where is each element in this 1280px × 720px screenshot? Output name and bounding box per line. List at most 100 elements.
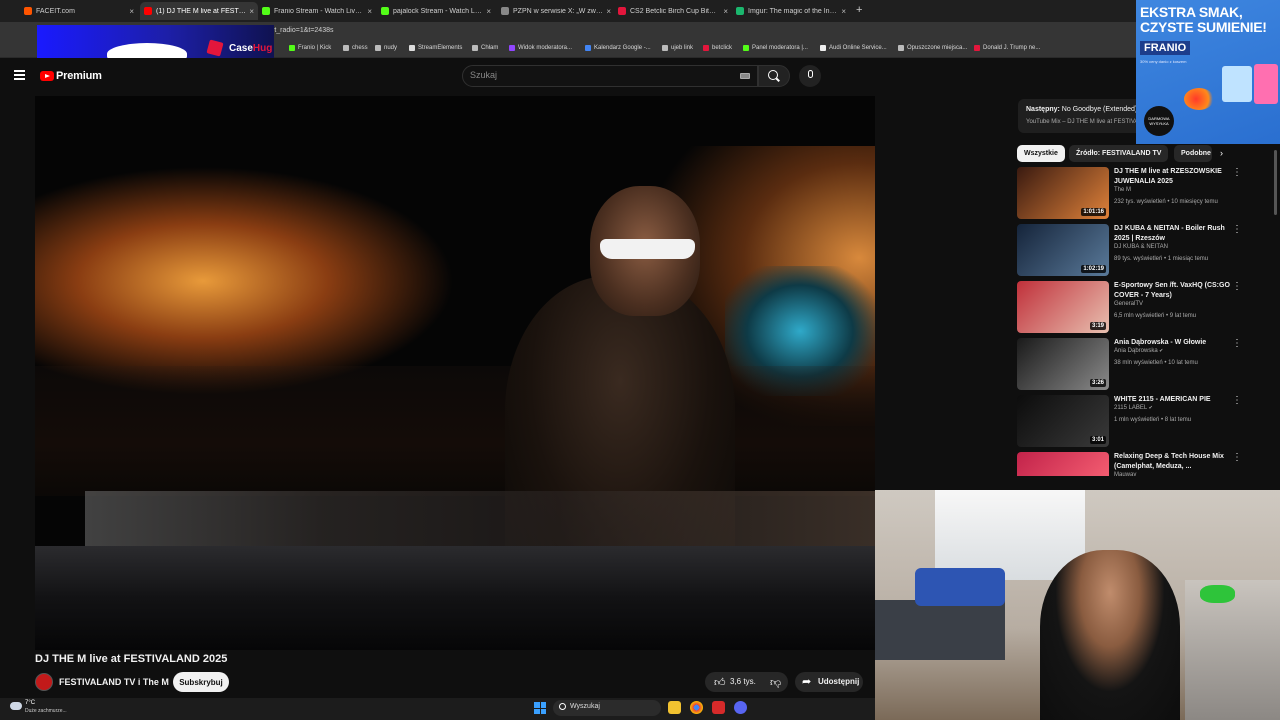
video-title[interactable]: Relaxing Deep & Tech House Mix (Camelpha… bbox=[1114, 452, 1236, 472]
search-icon[interactable] bbox=[768, 70, 778, 80]
video-thumbnail[interactable] bbox=[1017, 452, 1109, 476]
filter-chip[interactable]: Wszystkie bbox=[1017, 145, 1065, 162]
video-meta: 232 tys. wyświetleń • 10 miesięcy temu bbox=[1114, 199, 1218, 205]
discord-icon[interactable] bbox=[734, 701, 747, 714]
bookmark-item[interactable]: chess bbox=[343, 45, 368, 51]
next-up-label[interactable]: Następny: No Goodbye (Extended) bbox=[1026, 106, 1137, 113]
video-thumbnail[interactable]: 3:01 bbox=[1017, 395, 1109, 447]
tab-close-icon[interactable]: × bbox=[367, 7, 372, 16]
share-label[interactable]: Udostępnij bbox=[818, 677, 859, 686]
video-thumbnail[interactable]: 3:26 bbox=[1017, 338, 1109, 390]
bookmark-item[interactable]: nudy bbox=[375, 45, 397, 51]
recommended-video[interactable]: Relaxing Deep & Tech House Mix (Camelpha… bbox=[1017, 452, 1257, 476]
bookmark-item[interactable]: Audi Online Service... bbox=[820, 45, 887, 51]
bookmark-item[interactable]: StreamElements bbox=[409, 45, 462, 51]
chevron-right-icon[interactable]: › bbox=[1220, 148, 1223, 158]
recommended-video[interactable]: 3:26 Ania Dąbrowska - W Głowie Ania Dąbrow… bbox=[1017, 338, 1257, 390]
youtube-logo-icon[interactable] bbox=[40, 71, 54, 81]
bookmark-label: nudy bbox=[384, 45, 398, 51]
thumbs-down-icon[interactable]: 👎︎ bbox=[770, 676, 781, 689]
browser-tab[interactable]: PZPN w serwisie X: „W związku × bbox=[497, 2, 615, 20]
subscribe-button[interactable]: Subskrybuj bbox=[173, 672, 229, 692]
browser-tab[interactable]: Franio Stream - Watch Live on Kick× bbox=[258, 2, 376, 20]
bookmark-item[interactable]: Opuszczone miejsca... bbox=[898, 45, 967, 51]
tab-close-icon[interactable]: × bbox=[249, 7, 254, 16]
more-options-icon[interactable]: ⋮ bbox=[1232, 167, 1242, 178]
browser-tab[interactable]: CS2 Betclic Birch Cup Bitwa Stream× bbox=[614, 2, 732, 20]
new-tab-button[interactable]: + bbox=[856, 4, 862, 16]
tab-close-icon[interactable]: × bbox=[723, 7, 728, 16]
bookmark-item[interactable]: Franio | Kick bbox=[289, 45, 331, 51]
like-count[interactable]: 3,6 tys. bbox=[730, 677, 756, 686]
tab-close-icon[interactable]: × bbox=[129, 7, 134, 16]
tab-close-icon[interactable]: × bbox=[486, 7, 491, 16]
bookmark-label: betclick bbox=[712, 45, 733, 51]
video-channel[interactable]: 2115 LABEL ✔ bbox=[1114, 405, 1153, 411]
keyboard-icon[interactable] bbox=[740, 73, 750, 79]
video-player[interactable] bbox=[35, 96, 875, 650]
chrome-icon[interactable] bbox=[690, 701, 703, 714]
bookmark-item[interactable]: Widok moderatora... bbox=[509, 45, 572, 51]
bookmark-item[interactable]: Donald J. Trump ne... bbox=[974, 45, 1040, 51]
url-text[interactable]: rt_radio=1&t=2438s bbox=[272, 27, 334, 34]
recommended-video[interactable]: 1:02:19 DJ KUBA & NEITAN - Boiler Rush 20… bbox=[1017, 224, 1257, 276]
hamburger-menu-icon[interactable] bbox=[14, 70, 25, 80]
video-thumbnail[interactable]: 1:01:16 bbox=[1017, 167, 1109, 219]
weather-cloud-icon[interactable] bbox=[10, 702, 22, 710]
franio-ad[interactable]: EKSTRA SMAK, CZYSTE SUMIENIE! FRANIO 30%… bbox=[1136, 0, 1280, 144]
recommended-video[interactable]: 1:01:16 DJ THE M live at RZESZOWSKIE JUWE… bbox=[1017, 167, 1257, 219]
bookmark-item[interactable]: betclick bbox=[703, 45, 732, 51]
youtube-premium-label[interactable]: Premium bbox=[56, 70, 102, 82]
video-title[interactable]: DJ THE M live at RZESZOWSKIE JUWENALIA 2… bbox=[1114, 167, 1236, 187]
more-options-icon[interactable]: ⋮ bbox=[1232, 224, 1242, 235]
video-channel[interactable]: The M bbox=[1114, 187, 1131, 193]
bookmark-item[interactable]: Panel moderatora |... bbox=[743, 45, 808, 51]
recommended-video[interactable]: 3:19 E-Sportowy Sen /ft. VaxHQ (CS:GO COV… bbox=[1017, 281, 1257, 333]
bookmark-item[interactable]: Chłam bbox=[472, 45, 498, 51]
weather-temperature[interactable]: 7°C bbox=[25, 700, 35, 706]
tab-close-icon[interactable]: × bbox=[606, 7, 611, 16]
more-options-icon[interactable]: ⋮ bbox=[1232, 395, 1242, 406]
taskbar-search-label[interactable]: Wyszukaj bbox=[570, 703, 600, 710]
browser-tab[interactable]: (1) DJ THE M live at FESTIVALAND 2025× bbox=[140, 2, 258, 20]
app-icon[interactable] bbox=[712, 701, 725, 714]
browser-tab[interactable]: FACEIT.com × bbox=[20, 2, 138, 20]
share-icon[interactable]: ➦ bbox=[802, 675, 811, 688]
file-explorer-icon[interactable] bbox=[668, 701, 681, 714]
scrollbar[interactable] bbox=[1274, 150, 1277, 215]
video-channel[interactable]: Mauway bbox=[1114, 472, 1136, 476]
video-title[interactable]: DJ KUBA & NEITAN - Boiler Rush 2025 | Rz… bbox=[1114, 224, 1236, 244]
recommended-video[interactable]: 3:01 WHITE 2115 - AMERICAN PIE 2115 LABEL … bbox=[1017, 395, 1257, 447]
channel-name[interactable]: FESTIVALAND TV i The M bbox=[59, 677, 169, 687]
search-input[interactable]: Szukaj bbox=[470, 70, 497, 80]
video-title[interactable]: Ania Dąbrowska - W Głowie bbox=[1114, 338, 1236, 348]
search-box[interactable] bbox=[462, 65, 758, 87]
bookmark-icon bbox=[409, 45, 415, 51]
weather-description[interactable]: Duże zachmurze... bbox=[25, 708, 67, 714]
microphone-icon[interactable] bbox=[808, 70, 813, 78]
filter-chip[interactable]: Źródło: FESTIVALAND TV bbox=[1069, 145, 1169, 162]
more-options-icon[interactable]: ⋮ bbox=[1232, 338, 1242, 349]
tab-favicon-icon bbox=[501, 7, 509, 15]
browser-tab[interactable]: pajalock Stream - Watch Live on Kick× bbox=[377, 2, 495, 20]
more-options-icon[interactable]: ⋮ bbox=[1232, 281, 1242, 292]
video-channel[interactable]: GeneralTV bbox=[1114, 301, 1143, 307]
more-options-icon[interactable]: ⋮ bbox=[1232, 452, 1242, 463]
search-icon[interactable] bbox=[559, 703, 566, 710]
video-duration: 1:02:19 bbox=[1081, 265, 1106, 273]
video-channel[interactable]: Ania Dąbrowska ✔ bbox=[1114, 348, 1163, 354]
bookmark-item[interactable]: Kalendarz Google -... bbox=[585, 45, 651, 51]
channel-avatar[interactable] bbox=[35, 673, 53, 691]
thumbs-up-icon[interactable]: 👍︎ bbox=[714, 676, 726, 689]
bookmark-item[interactable]: ujeb link bbox=[662, 45, 693, 51]
video-thumbnail[interactable]: 1:02:19 bbox=[1017, 224, 1109, 276]
video-title[interactable]: E-Sportowy Sen /ft. VaxHQ (CS:GO COVER -… bbox=[1114, 281, 1236, 301]
windows-start-icon[interactable] bbox=[534, 702, 546, 714]
filter-chip[interactable]: Podobne bbox=[1174, 145, 1212, 162]
video-thumbnail[interactable]: 3:19 bbox=[1017, 281, 1109, 333]
bookmark-label: Kalendarz Google -... bbox=[594, 45, 651, 51]
browser-tab[interactable]: Imgur: The magic of the Internet × bbox=[732, 2, 850, 20]
video-channel[interactable]: DJ KUBA & NEITAN bbox=[1114, 244, 1168, 250]
tab-close-icon[interactable]: × bbox=[841, 7, 846, 16]
video-title[interactable]: WHITE 2115 - AMERICAN PIE bbox=[1114, 395, 1236, 405]
